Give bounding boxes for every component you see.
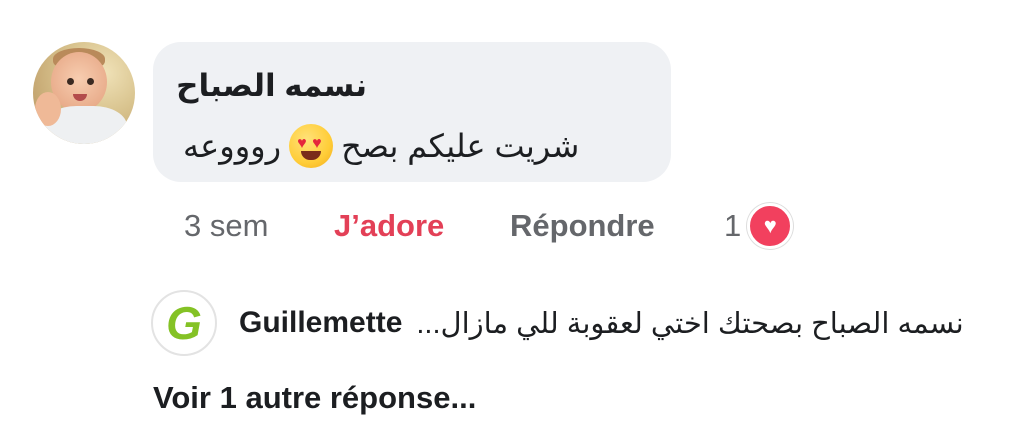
like-button[interactable]: J’adore: [334, 208, 510, 244]
reply-text: نسمه الصباح بصحتك اختي لعقوبة للي مازال.…: [416, 307, 964, 340]
comment-actions: 3 sem J’adore Répondre 1 ♥: [184, 203, 794, 249]
reply-avatar[interactable]: G: [151, 290, 217, 356]
avatar-eye-left: [67, 78, 74, 85]
reply-button[interactable]: Répondre: [510, 208, 724, 244]
comment-text-part-2: شريت عليكم بصح: [341, 128, 580, 164]
comment-timestamp[interactable]: 3 sem: [184, 208, 334, 244]
reaction-summary[interactable]: 1 ♥: [724, 203, 794, 249]
heart-icon: ♥: [747, 203, 794, 249]
comment-text: روووعه ♥ ♥ شريت عليكم بصح: [183, 124, 579, 168]
avatar-hand: [35, 92, 61, 126]
comment-text-part-1: روووعه: [183, 128, 282, 164]
reply-author[interactable]: Guillemette: [239, 306, 402, 340]
reaction-count: 1: [724, 208, 742, 243]
emoji-heart-right: ♥: [312, 135, 322, 152]
comment-author[interactable]: نسمه الصباح: [176, 68, 367, 104]
avatar-eye-right: [87, 78, 94, 85]
emoji-heart-left: ♥: [297, 135, 307, 152]
emoji-smile: [301, 151, 322, 160]
comment-bubble: نسمه الصباح روووعه ♥ ♥ شريت عليكم بصح: [153, 42, 671, 182]
reply-preview[interactable]: G Guillemette نسمه الصباح بصحتك اختي لعق…: [151, 290, 964, 356]
view-more-replies-link[interactable]: Voir 1 autre réponse...: [153, 380, 476, 416]
commenter-avatar[interactable]: [33, 42, 135, 144]
heart-eyes-emoji-icon: ♥ ♥: [289, 124, 334, 168]
